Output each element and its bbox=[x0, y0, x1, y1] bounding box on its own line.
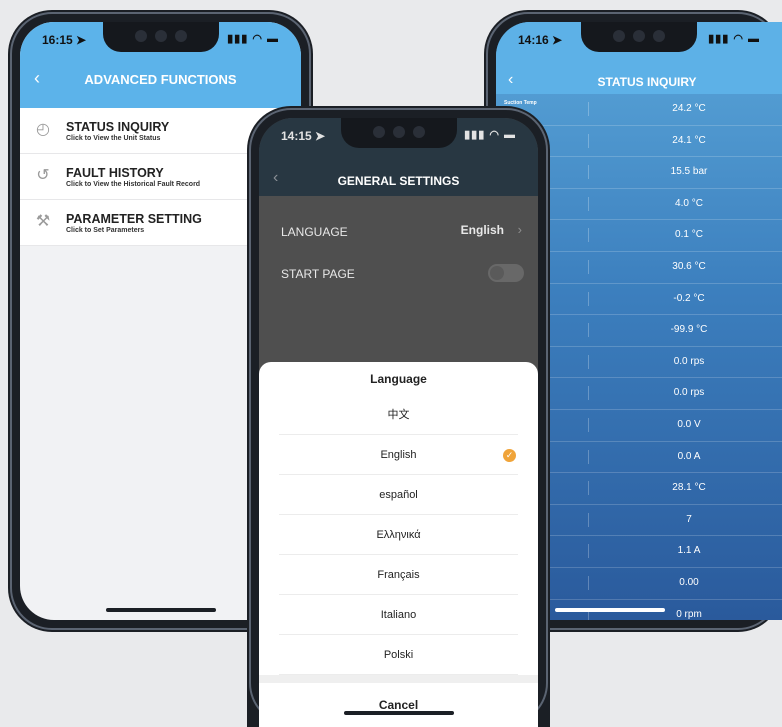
language-value: English bbox=[460, 223, 504, 237]
status-row-value: 0.0 V bbox=[677, 418, 701, 430]
status-row-value: -99.9 °C bbox=[670, 324, 708, 336]
page-title: GENERAL SETTINGS bbox=[337, 174, 460, 188]
status-row-value: 15.5 bar bbox=[670, 166, 708, 178]
check-icon: ✓ bbox=[503, 449, 516, 462]
start-page-label: START PAGE bbox=[281, 267, 355, 281]
status-row-value: 0.00 bbox=[679, 576, 699, 588]
status-row-value: 24.1 °C bbox=[672, 134, 706, 146]
divider bbox=[588, 133, 589, 148]
status-row-value: 1.1 A bbox=[677, 545, 701, 557]
status-time: 14:15 ➤ bbox=[281, 129, 326, 143]
history-icon: ↺ bbox=[36, 167, 50, 184]
divider bbox=[588, 102, 589, 116]
status-indicators-icon: ▮▮▮ ◠ ▬ bbox=[464, 129, 516, 141]
gauge-icon: ◴ bbox=[36, 121, 50, 138]
divider bbox=[588, 291, 589, 306]
language-row[interactable]: LANGUAGE English › bbox=[259, 216, 538, 246]
status-row-label: Suction Temp bbox=[504, 100, 537, 106]
language-label: LANGUAGE bbox=[281, 225, 348, 239]
language-option-label: 中文 bbox=[387, 409, 410, 421]
divider bbox=[588, 323, 589, 338]
status-indicators-icon: ▮▮▮ ◠ ▬ bbox=[227, 33, 279, 45]
status-row-value: 7 bbox=[686, 513, 692, 525]
menu-item-title: FAULT HISTORY bbox=[66, 166, 164, 180]
page-title: STATUS INQUIRY bbox=[597, 75, 697, 89]
divider bbox=[588, 259, 589, 274]
divider bbox=[588, 354, 589, 369]
status-row-value: 0.0 A bbox=[677, 450, 701, 462]
language-option-label: Ελληνικά bbox=[376, 529, 421, 541]
language-option[interactable]: español bbox=[259, 475, 538, 515]
language-option[interactable]: Français bbox=[259, 555, 538, 595]
menu-item-subtitle: Click to View the Unit Status bbox=[66, 135, 161, 142]
notch bbox=[102, 22, 219, 52]
language-option-label: español bbox=[379, 489, 418, 501]
status-row-value: 0.0 rps bbox=[673, 387, 705, 399]
divider bbox=[588, 228, 589, 243]
status-row-value: 0.0 rps bbox=[673, 355, 705, 367]
divider bbox=[588, 512, 589, 527]
menu-item-title: PARAMETER SETTING bbox=[66, 212, 202, 226]
status-row-value: 30.6 °C bbox=[672, 260, 706, 272]
language-option[interactable]: Ελληνικά bbox=[259, 515, 538, 555]
divider bbox=[588, 544, 589, 559]
cancel-button[interactable]: Cancel bbox=[259, 683, 538, 727]
language-option-label: Italiano bbox=[380, 609, 417, 621]
language-option[interactable]: 中文 bbox=[259, 395, 538, 435]
screen-general-settings: ‹ GENERAL SETTINGS 14:15 ➤ ▮▮▮ ◠ ▬ LANGU… bbox=[259, 118, 538, 727]
home-indicator bbox=[105, 608, 216, 612]
page-title: ADVANCED FUNCTIONS bbox=[84, 72, 237, 87]
menu-item-title: STATUS INQUIRY bbox=[66, 120, 170, 134]
phone-general-settings: ‹ GENERAL SETTINGS 14:15 ➤ ▮▮▮ ◠ ▬ LANGU… bbox=[247, 106, 550, 727]
start-page-row: START PAGE bbox=[259, 258, 538, 288]
divider bbox=[588, 386, 589, 401]
status-row-value: 4.0 °C bbox=[675, 197, 703, 209]
divider bbox=[588, 165, 589, 180]
divider bbox=[259, 675, 538, 683]
divider bbox=[588, 417, 589, 432]
divider bbox=[588, 449, 589, 464]
sheet-title: Language bbox=[370, 372, 427, 386]
notch bbox=[581, 22, 697, 52]
language-picker-sheet: Language 中文 English ✓ español Ελληνικά França… bbox=[259, 362, 538, 727]
language-option[interactable]: English ✓ bbox=[259, 435, 538, 475]
status-time: 16:15 ➤ bbox=[42, 33, 87, 47]
divider bbox=[588, 481, 589, 496]
wrench-icon: ⚒ bbox=[35, 213, 51, 230]
status-row-value: 0.1 °C bbox=[675, 229, 703, 241]
language-option-label: Polski bbox=[383, 649, 414, 661]
status-row-value: 24.2 °C bbox=[672, 103, 706, 114]
status-time: 14:16 ➤ bbox=[518, 33, 563, 47]
home-indicator bbox=[555, 608, 666, 612]
start-page-toggle[interactable] bbox=[488, 264, 524, 282]
menu-item-subtitle: Click to Set Parameters bbox=[66, 227, 145, 234]
status-row-value: -0.2 °C bbox=[673, 292, 705, 304]
menu-item-subtitle: Click to View the Historical Fault Recor… bbox=[66, 181, 201, 188]
divider bbox=[588, 575, 589, 590]
language-option[interactable]: Polski bbox=[259, 635, 538, 675]
status-indicators-icon: ▮▮▮ ◠ ▬ bbox=[708, 33, 760, 45]
status-row-value: 28.1 °C bbox=[672, 482, 706, 494]
home-indicator bbox=[343, 711, 454, 715]
notch bbox=[340, 118, 457, 148]
language-option[interactable]: Italiano bbox=[259, 595, 538, 635]
chevron-right-icon: › bbox=[517, 222, 522, 237]
language-option-label: Français bbox=[377, 569, 420, 581]
language-option-label: English bbox=[380, 449, 417, 461]
divider bbox=[588, 196, 589, 211]
